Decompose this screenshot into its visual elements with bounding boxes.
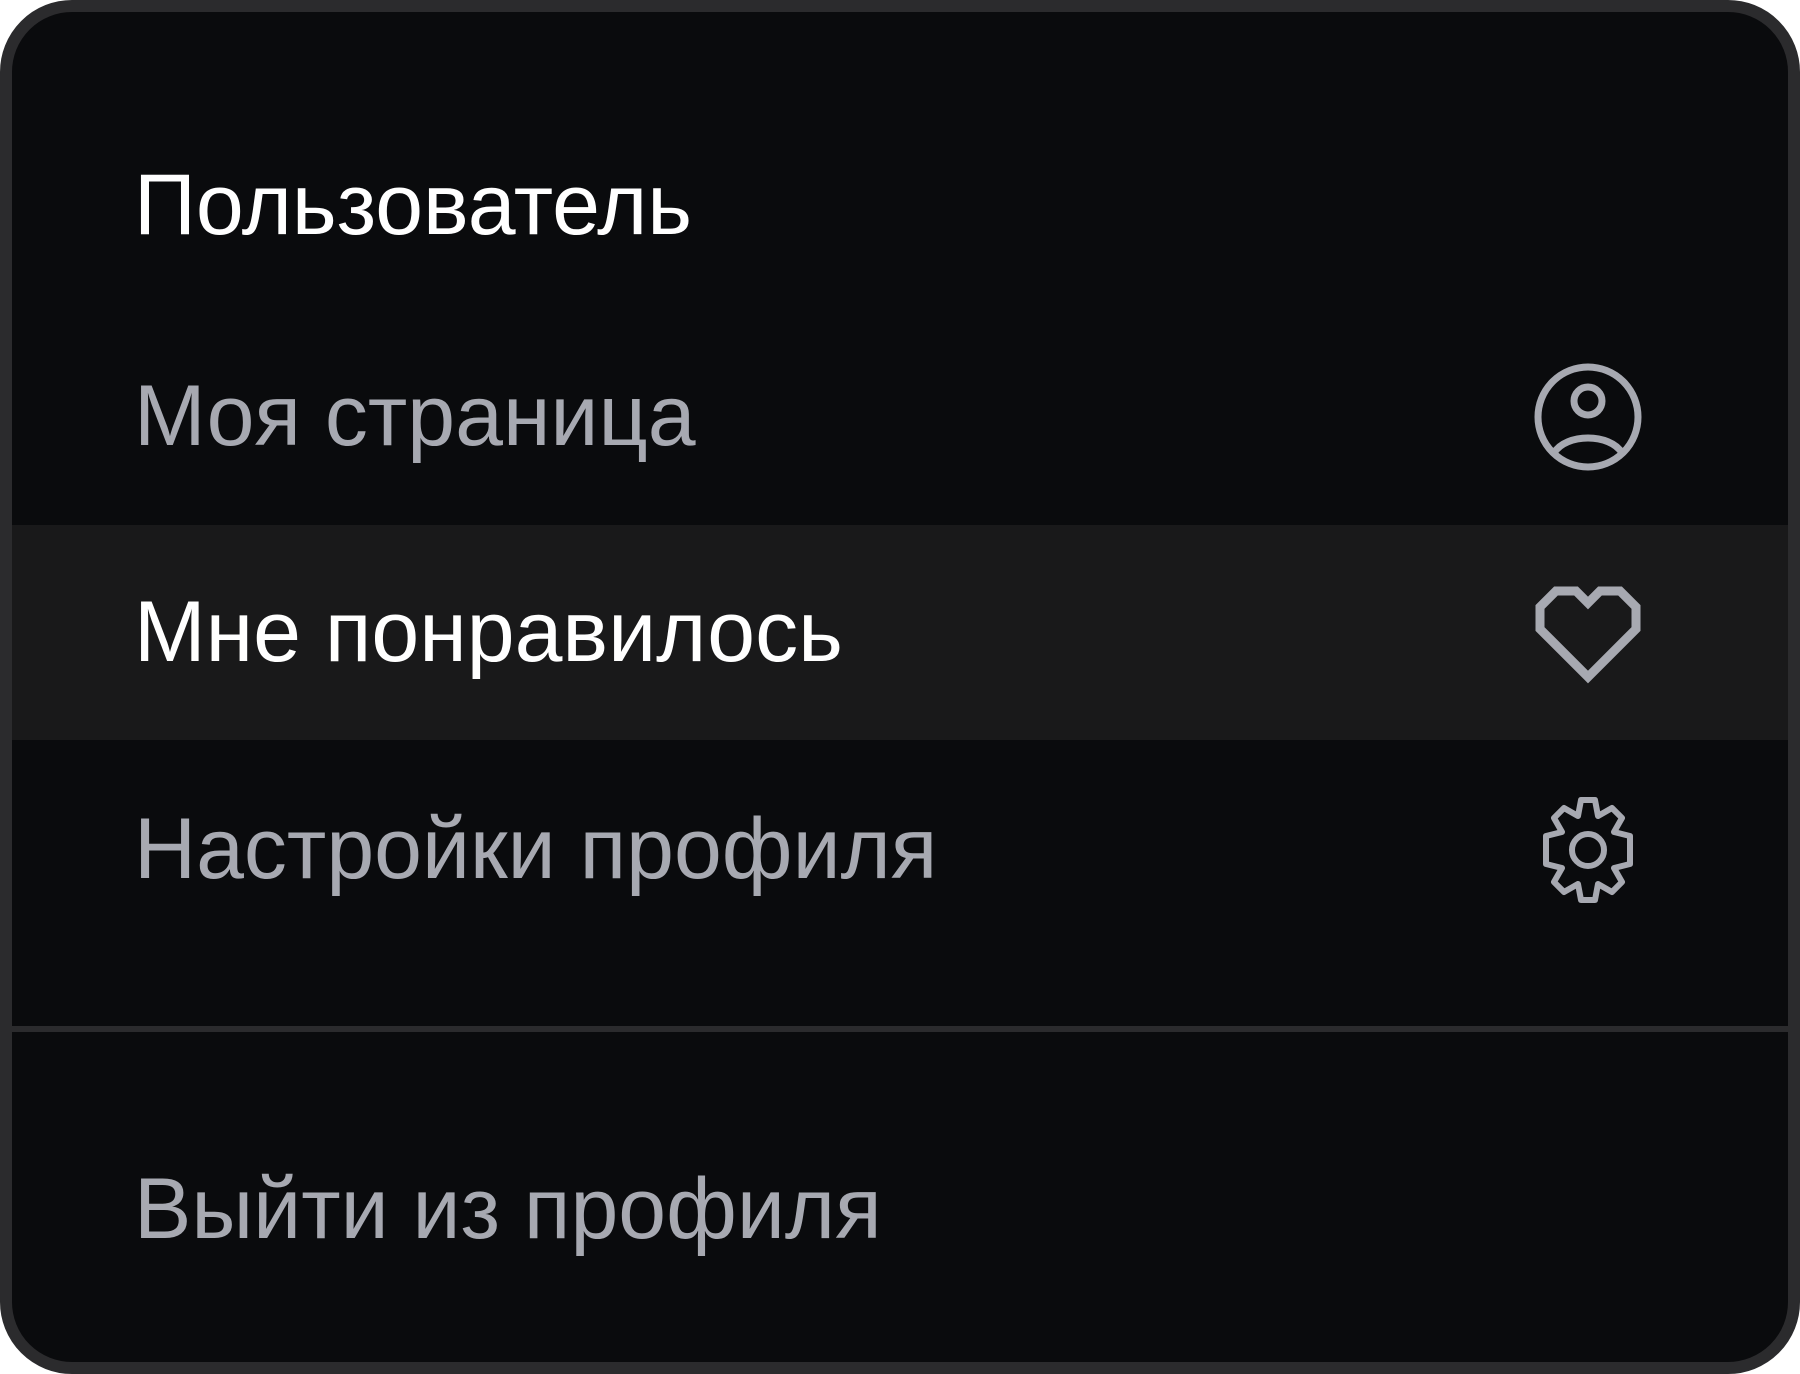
menu-header: Пользователь: [12, 12, 1788, 248]
menu-item-profile-settings[interactable]: Настройки профиля: [12, 742, 1788, 957]
user-circle-icon: [1532, 361, 1644, 473]
menu-item-label: Настройки профиля: [134, 801, 938, 897]
user-menu: Пользователь Моя страница Мне понравилос…: [0, 0, 1800, 1374]
menu-item-my-page[interactable]: Моя страница: [12, 309, 1788, 524]
menu-item-liked[interactable]: Мне понравилось: [12, 525, 1788, 740]
logout-label: Выйти из профиля: [134, 1161, 882, 1257]
menu-item-label: Моя страница: [134, 368, 696, 464]
gear-icon: [1532, 794, 1644, 906]
menu-divider: [12, 1026, 1788, 1032]
heart-icon: [1532, 577, 1644, 689]
menu-title: Пользователь: [134, 157, 693, 253]
logout-button[interactable]: Выйти из профиля: [12, 1102, 1788, 1312]
menu-item-label: Мне понравилось: [134, 584, 843, 680]
